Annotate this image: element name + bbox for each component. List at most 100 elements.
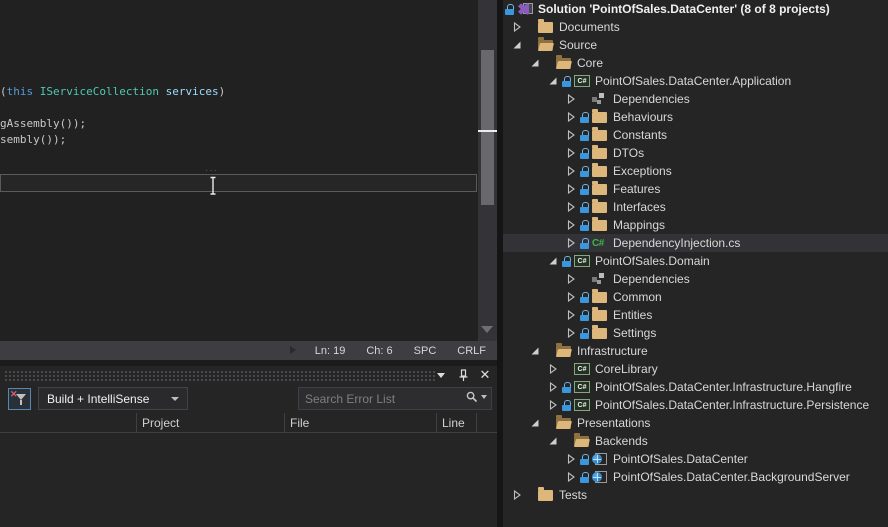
expand-chevron[interactable] [549, 382, 562, 392]
tree-item-exceptions[interactable]: Exceptions [503, 162, 888, 180]
tree-item-behaviours[interactable]: Behaviours [503, 108, 888, 126]
tree-item-dependencyinjection-cs[interactable]: C#DependencyInjection.cs [503, 234, 888, 252]
column-header-project[interactable]: Project [137, 413, 285, 433]
tree-item-presentations[interactable]: Presentations [503, 414, 888, 432]
code-line: sembly()); [0, 132, 225, 148]
code-line: gAssembly()); [0, 116, 225, 132]
scrollbar-thumb[interactable] [481, 50, 494, 205]
expand-chevron[interactable] [567, 328, 580, 338]
tree-item-dtos[interactable]: DTOs [503, 144, 888, 162]
expand-chevron[interactable] [567, 148, 580, 158]
tree-item-mappings[interactable]: Mappings [503, 216, 888, 234]
tree-item-label: PointOfSales.DataCenter.Infrastructure.H… [595, 380, 852, 394]
close-button[interactable]: ✕ [477, 368, 493, 383]
collapse-chevron[interactable] [531, 418, 544, 428]
chevron-right-icon [567, 292, 576, 302]
tree-item-pointofsales-domain[interactable]: C#PointOfSales.Domain [503, 252, 888, 270]
tree-item-features[interactable]: Features [503, 180, 888, 198]
expand-chevron[interactable] [567, 166, 580, 176]
collapse-chevron[interactable] [531, 346, 544, 356]
tree-item-common[interactable]: Common [503, 288, 888, 306]
window-position-button[interactable] [433, 368, 449, 383]
collapse-chevron[interactable] [549, 76, 562, 86]
expand-chevron[interactable] [567, 238, 580, 248]
search-options-caret-icon[interactable] [481, 395, 487, 399]
status-insert-mode[interactable]: SPC [414, 345, 437, 357]
pin-button[interactable] [455, 368, 471, 383]
code-text[interactable]: (this IServiceCollection services) gAsse… [0, 84, 225, 148]
hscroll-right-arrow-icon[interactable] [290, 346, 296, 354]
tree-item-pointofsales-datacenter-backgroundserver[interactable]: PointOfSales.DataCenter.BackgroundServer [503, 468, 888, 486]
tree-item-infrastructure[interactable]: Infrastructure [503, 342, 888, 360]
expand-chevron[interactable] [567, 472, 580, 482]
status-char-number[interactable]: Ch: 6 [366, 345, 392, 357]
chevron-expanded-icon [531, 346, 540, 356]
chevron-right-icon [567, 184, 576, 194]
tree-item-documents[interactable]: Documents [503, 18, 888, 36]
lock-icon [580, 112, 589, 123]
tree-item-pointofsales-datacenter-application[interactable]: C#PointOfSales.DataCenter.Application [503, 72, 888, 90]
expand-chevron[interactable] [513, 22, 526, 32]
tree-item-pointofsales-datacenter[interactable]: PointOfSales.DataCenter [503, 450, 888, 468]
chevron-right-icon [567, 472, 576, 482]
status-line-ending[interactable]: CRLF [457, 345, 486, 357]
tree-item-constants[interactable]: Constants [503, 126, 888, 144]
expand-chevron[interactable] [567, 220, 580, 230]
tree-item-dependencies[interactable]: Dependencies [503, 270, 888, 288]
expand-chevron[interactable] [567, 94, 580, 104]
editor-vertical-scrollbar[interactable] [478, 0, 497, 341]
expand-chevron[interactable] [567, 454, 580, 464]
tree-item-tests[interactable]: Tests [503, 486, 888, 504]
collapse-chevron[interactable] [531, 58, 544, 68]
tree-item-core[interactable]: Core [503, 54, 888, 72]
folder-icon [592, 310, 607, 321]
tree-item-backends[interactable]: Backends [503, 432, 888, 450]
expand-chevron[interactable] [567, 274, 580, 284]
chevron-expanded-icon [549, 436, 558, 446]
tree-item-interfaces[interactable]: Interfaces [503, 198, 888, 216]
tree-item-label: Behaviours [613, 110, 673, 124]
error-source-dropdown[interactable]: Build + IntelliSense [38, 387, 188, 410]
expand-chevron[interactable] [567, 112, 580, 122]
panel-drag-grip[interactable] [4, 370, 436, 382]
expand-chevron[interactable] [549, 400, 562, 410]
tree-item-source[interactable]: Source [503, 36, 888, 54]
csharp-project-icon: C# [574, 399, 590, 411]
column-header-file[interactable]: File [285, 413, 437, 433]
expand-chevron[interactable] [567, 184, 580, 194]
tree-item-label: Source [559, 38, 597, 52]
tree-item-corelibrary[interactable]: C#CoreLibrary [503, 360, 888, 378]
scrollbar-down-arrow-icon[interactable] [481, 326, 493, 333]
status-line-number[interactable]: Ln: 19 [315, 345, 346, 357]
collapse-chevron[interactable] [549, 436, 562, 446]
chevron-expanded-icon [531, 418, 540, 428]
search-input[interactable] [299, 388, 459, 409]
filter-toggle-button[interactable]: ✕ [8, 388, 31, 410]
column-header-line[interactable]: Line [437, 413, 477, 433]
expand-chevron[interactable] [567, 292, 580, 302]
tree-item-settings[interactable]: Settings [503, 324, 888, 342]
search-icon[interactable] [466, 391, 478, 403]
collapsed-region-box[interactable] [0, 174, 477, 192]
expand-chevron[interactable] [513, 490, 526, 500]
tree-item-dependencies[interactable]: Dependencies [503, 90, 888, 108]
code-editor[interactable]: (this IServiceCollection services) gAsse… [0, 0, 497, 341]
error-list-content[interactable] [0, 434, 497, 527]
collapse-chevron[interactable] [549, 256, 562, 266]
expand-chevron[interactable] [567, 310, 580, 320]
chevron-right-icon [567, 454, 576, 464]
chevron-right-icon [549, 400, 558, 410]
tree-item-label: Tests [559, 488, 587, 502]
tree-item-pointofsales-datacenter-infrastructure-hangfire[interactable]: C#PointOfSales.DataCenter.Infrastructure… [503, 378, 888, 396]
collapse-chevron[interactable] [513, 40, 526, 50]
expand-chevron[interactable] [549, 364, 562, 374]
tree-item-label: Entities [613, 308, 652, 322]
expand-chevron[interactable] [567, 130, 580, 140]
tree-item-solution-pointofsales-datacenter-8-of-8-projects[interactable]: Solution 'PointOfSales.DataCenter' (8 of… [503, 0, 888, 18]
clear-filter-x-icon: ✕ [10, 389, 18, 400]
code-line: (this IServiceCollection services) [0, 84, 225, 100]
tree-item-label: Mappings [613, 218, 665, 232]
tree-item-pointofsales-datacenter-infrastructure-persistence[interactable]: C#PointOfSales.DataCenter.Infrastructure… [503, 396, 888, 414]
expand-chevron[interactable] [567, 202, 580, 212]
tree-item-entities[interactable]: Entities [503, 306, 888, 324]
